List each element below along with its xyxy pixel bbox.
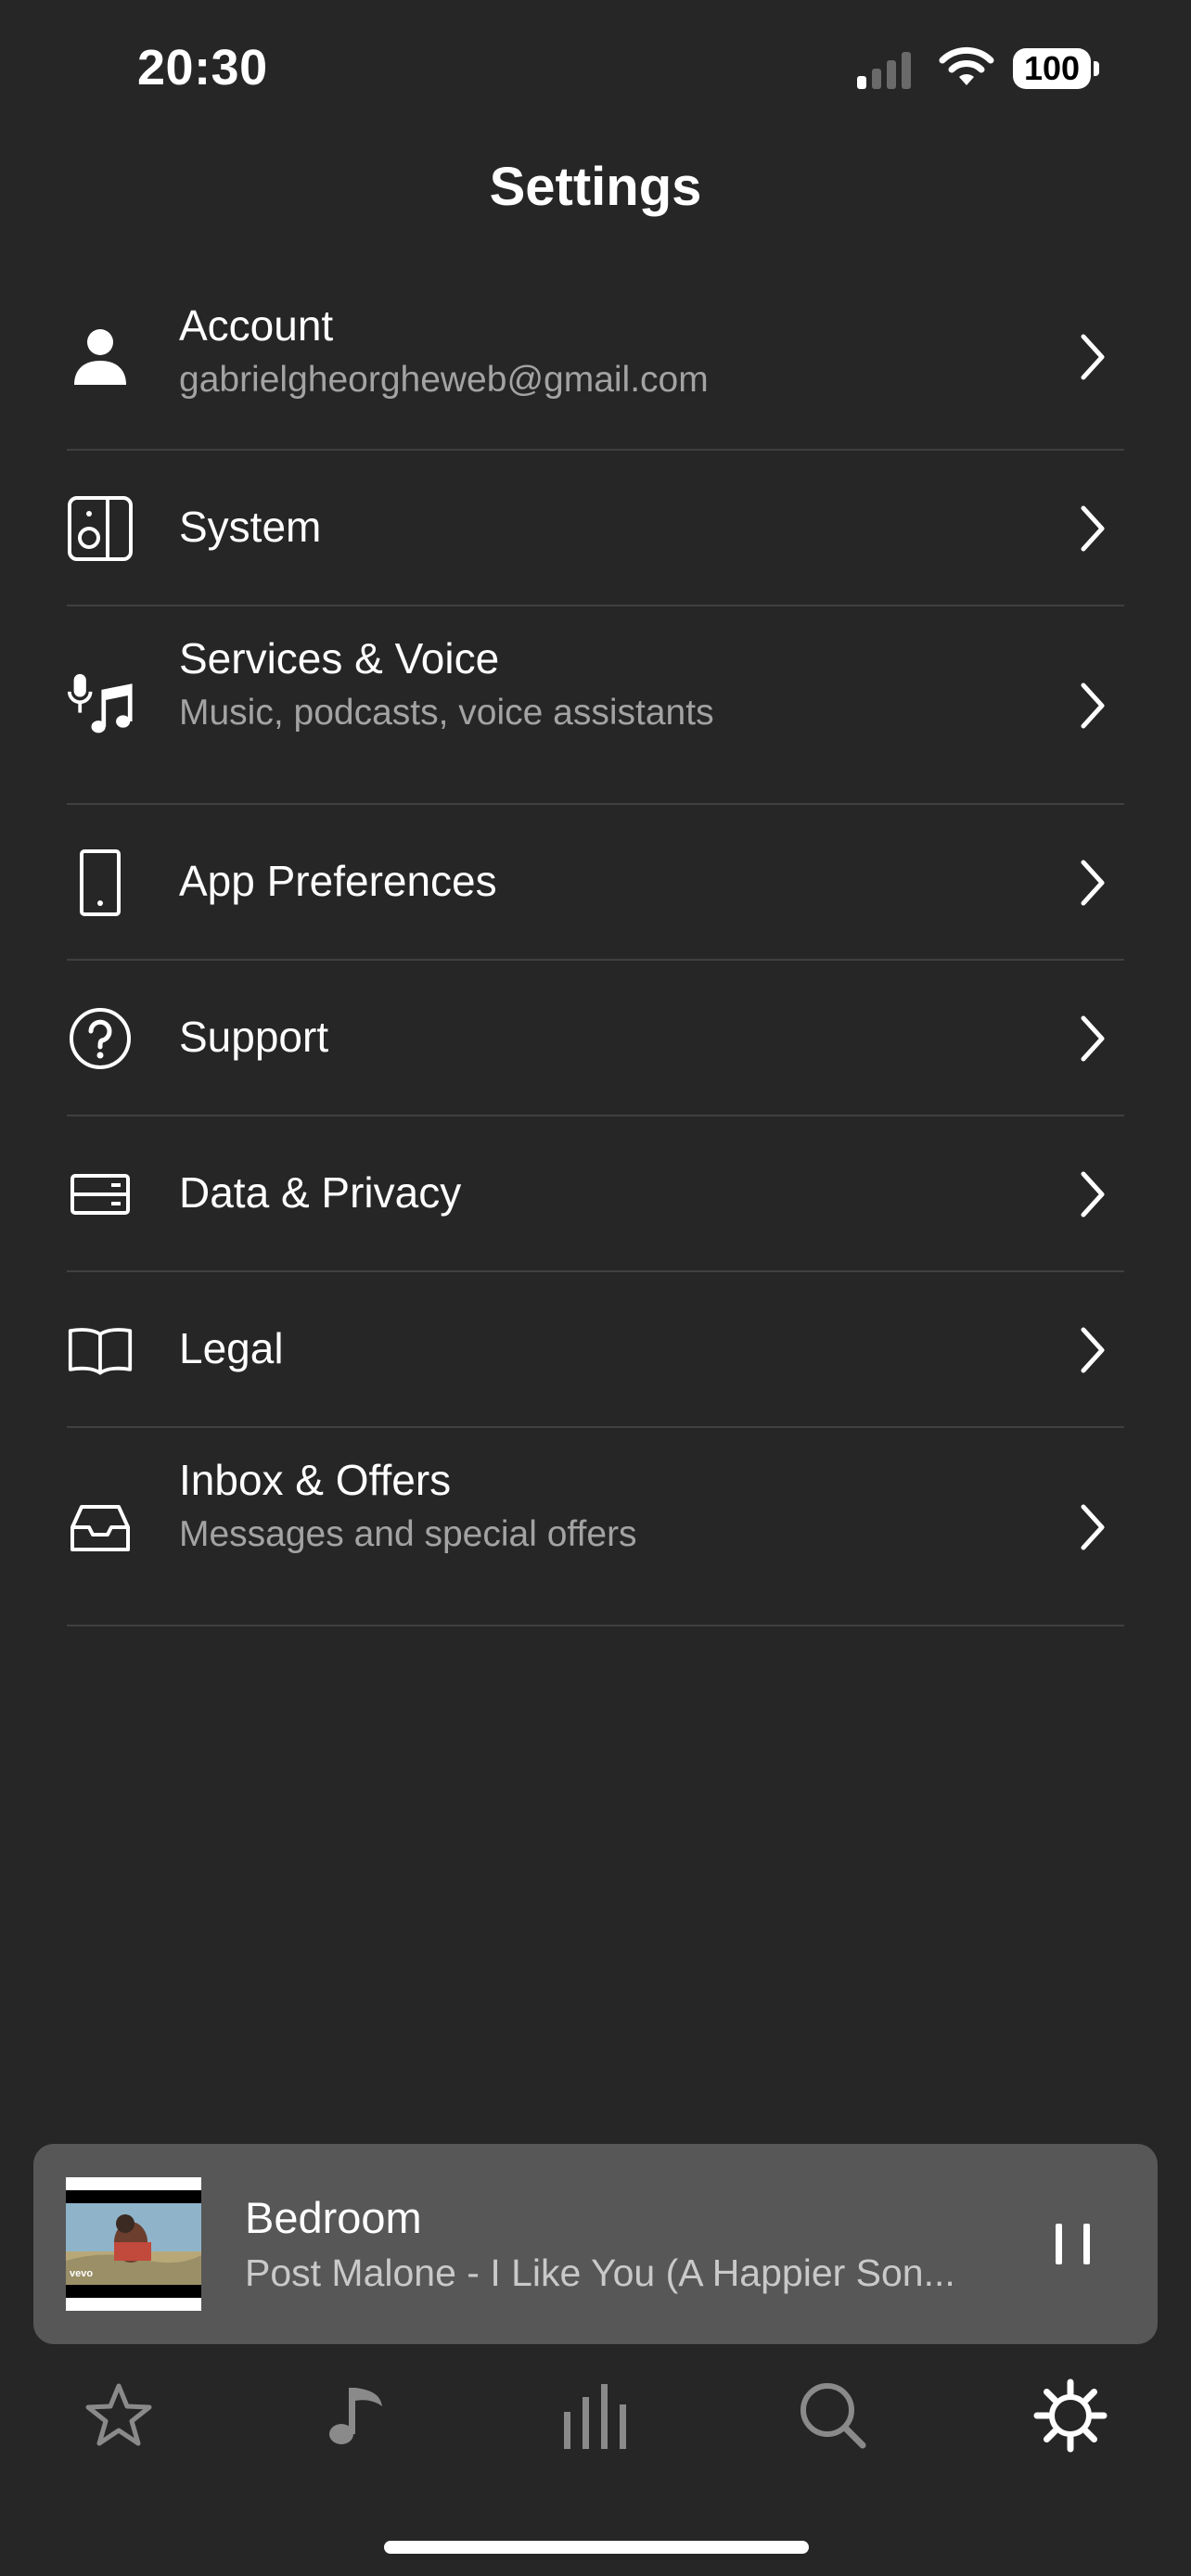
home-indicator: [384, 2541, 809, 2554]
settings-item-system[interactable]: System: [67, 451, 1124, 606]
settings-item-label: App Preferences: [179, 857, 497, 905]
status-bar: 20:30 100: [0, 0, 1191, 139]
chevron-right-icon: [1081, 1015, 1105, 1062]
search-icon: [800, 2383, 866, 2449]
chevron-right-icon: [1081, 860, 1105, 906]
settings-item-label: Account: [179, 301, 334, 350]
settings-item-label: Support: [179, 1013, 329, 1061]
star-icon: [85, 2383, 152, 2446]
tab-rooms[interactable]: [549, 2369, 642, 2462]
tab-bar: [0, 2369, 1191, 2462]
inbox-icon: [67, 1494, 134, 1561]
settings-item-services-voice[interactable]: Services & Voice Music, podcasts, voice …: [67, 606, 1124, 805]
settings-item-label: Data & Privacy: [179, 1168, 462, 1217]
mic-music-icon: [67, 672, 134, 739]
status-time: 20:30: [137, 40, 268, 96]
signal-icon: [857, 52, 911, 89]
page-title: Settings: [489, 157, 702, 217]
pause-icon: [1056, 2224, 1062, 2264]
chevron-right-icon: [1081, 1171, 1105, 1218]
tab-settings[interactable]: [1024, 2369, 1117, 2462]
book-icon: [67, 1317, 134, 1384]
now-playing-bar[interactable]: vevo Bedroom Post Malone - I Like You (A…: [33, 2144, 1158, 2344]
chevron-right-icon: [1081, 1327, 1105, 1373]
tab-favorites[interactable]: [72, 2369, 165, 2462]
settings-item-data-privacy[interactable]: Data & Privacy: [67, 1116, 1124, 1272]
pause-button[interactable]: [1035, 2209, 1109, 2279]
storage-icon: [67, 1161, 134, 1228]
settings-item-subtitle: Messages and special offers: [179, 1514, 637, 1554]
now-playing-room: Bedroom: [245, 2193, 422, 2242]
settings-item-legal[interactable]: Legal: [67, 1272, 1124, 1428]
settings-item-label: Inbox & Offers: [179, 1456, 452, 1504]
phone-icon: [67, 849, 134, 916]
settings-item-inbox-offers[interactable]: Inbox & Offers Messages and special offe…: [67, 1428, 1124, 1626]
person-icon: [67, 324, 134, 390]
battery-indicator: 100: [1013, 48, 1102, 93]
chevron-right-icon: [1081, 1504, 1105, 1550]
question-circle-icon: [67, 1005, 134, 1072]
speaker-icon: [67, 495, 134, 562]
settings-item-support[interactable]: Support: [67, 961, 1124, 1116]
gear-icon: [1033, 2378, 1108, 2453]
music-note-icon: [329, 2388, 382, 2444]
settings-item-app-preferences[interactable]: App Preferences: [67, 805, 1124, 961]
settings-item-label: System: [179, 503, 322, 551]
settings-item-label: Services & Voice: [179, 634, 500, 682]
now-playing-track: Post Malone - I Like You (A Happier Son.…: [245, 2251, 955, 2294]
chevron-right-icon: [1081, 682, 1105, 729]
settings-item-subtitle: Music, podcasts, voice assistants: [179, 693, 714, 733]
settings-item-subtitle: gabrielgheorgheweb@gmail.com: [179, 360, 709, 400]
settings-list: Account gabrielgheorgheweb@gmail.com Sys…: [0, 274, 1191, 1626]
battery-level: 100: [1023, 49, 1081, 87]
settings-item-label: Legal: [179, 1324, 284, 1372]
tab-search[interactable]: [787, 2369, 879, 2462]
chevron-right-icon: [1081, 334, 1105, 380]
vevo-watermark: vevo: [70, 2268, 94, 2279]
album-art: vevo: [66, 2177, 201, 2311]
chevron-right-icon: [1081, 505, 1105, 552]
tab-browse[interactable]: [310, 2369, 403, 2462]
wifi-icon: [939, 46, 994, 85]
settings-item-account[interactable]: Account gabrielgheorgheweb@gmail.com: [67, 274, 1124, 451]
bars-icon: [564, 2384, 626, 2449]
